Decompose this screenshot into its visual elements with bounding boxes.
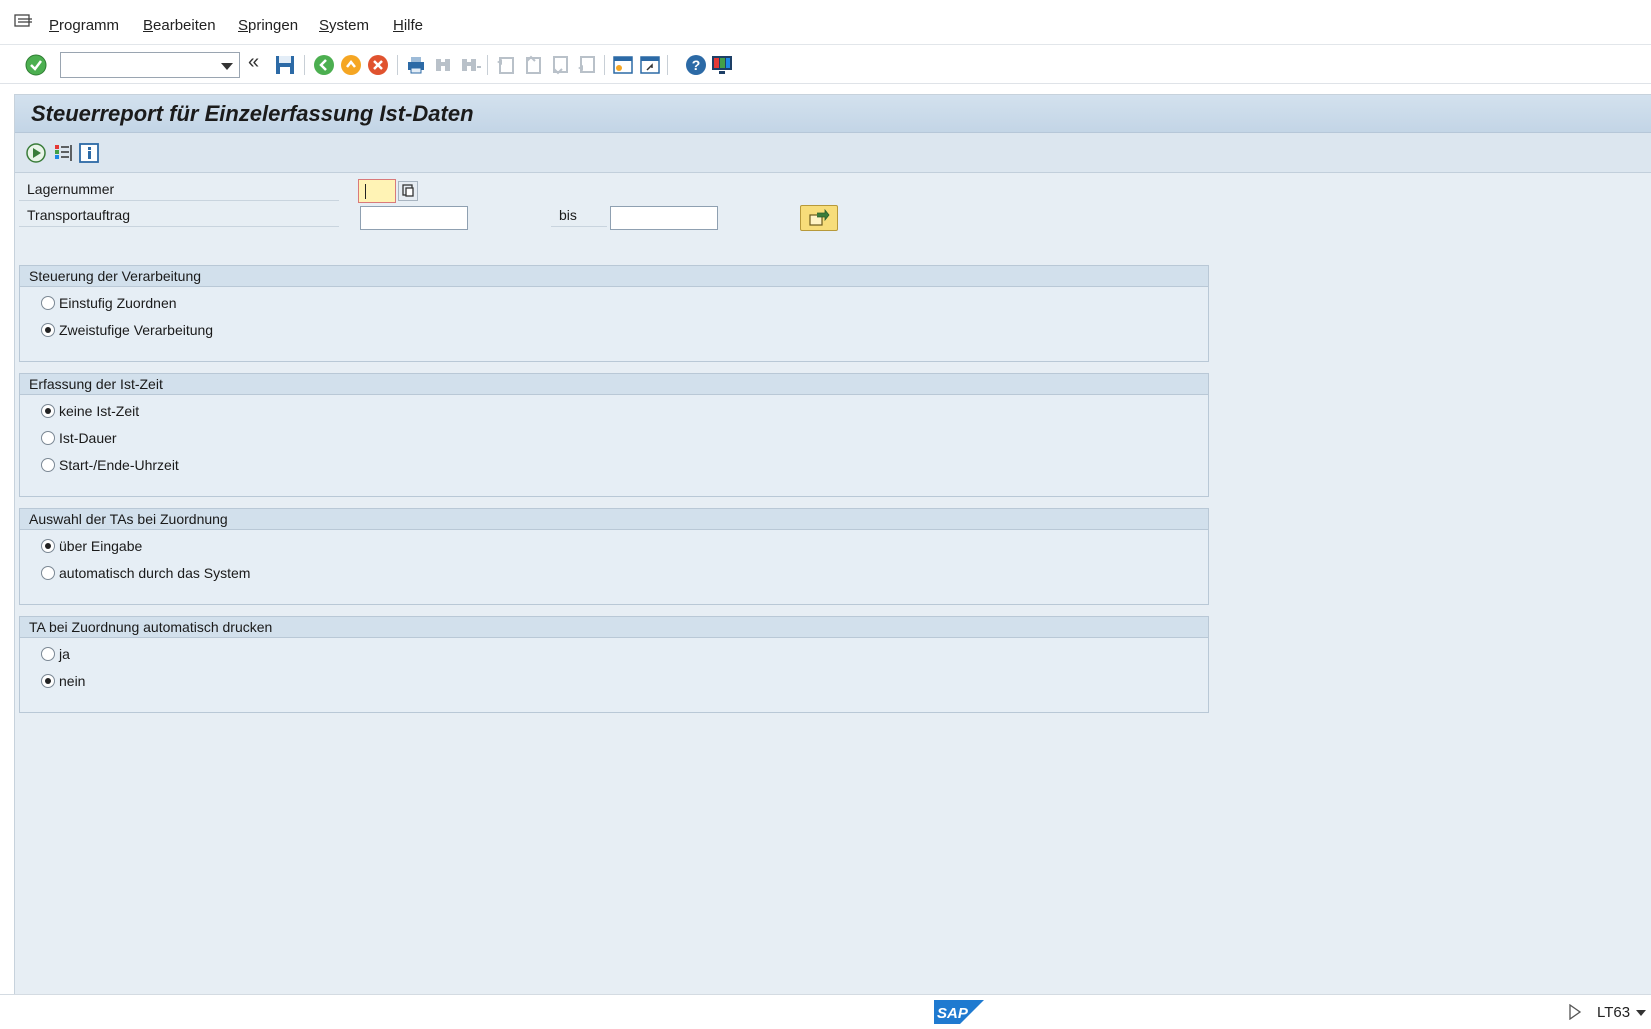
last-page-icon: [578, 56, 595, 73]
multiple-selection-icon: [809, 208, 830, 226]
system-menu-icon[interactable]: [14, 14, 34, 30]
command-field[interactable]: [60, 52, 240, 78]
group-istzeit: Erfassung der Ist-Zeit keine Ist-Zeit Is…: [19, 373, 1209, 497]
chevron-down-icon[interactable]: [1636, 1010, 1646, 1016]
radio-button[interactable]: [41, 566, 55, 580]
radio-button-selected[interactable]: [41, 404, 55, 418]
menu-hilfe[interactable]: Hilfe: [393, 17, 423, 34]
menu-bar: Programm Bearbeiten Springen System Hilf…: [0, 0, 1651, 45]
help-icon[interactable]: ?: [684, 53, 708, 77]
svg-text:SAP: SAP: [937, 1005, 969, 1022]
transportauftrag-label: Transportauftrag: [19, 203, 339, 227]
radio-button[interactable]: [41, 431, 55, 445]
radio-button-selected[interactable]: [41, 323, 55, 337]
transportauftrag-to-input[interactable]: [610, 206, 718, 230]
group-steuerung: Steuerung der Verarbeitung Einstufig Zuo…: [19, 265, 1209, 362]
first-page-icon: [497, 57, 514, 74]
group-auswahl-title: Auswahl der TAs bei Zuordnung: [20, 509, 1208, 530]
transportauftrag-from-input[interactable]: [360, 206, 468, 230]
group-auswahl: Auswahl der TAs bei Zuordnung über Einga…: [19, 508, 1209, 605]
menu-system[interactable]: System: [319, 17, 369, 34]
collapse-command-icon[interactable]: «: [248, 51, 259, 74]
transaction-code[interactable]: LT63: [1597, 1004, 1630, 1021]
copy-icon: [402, 184, 414, 197]
group-steuerung-title: Steuerung der Verarbeitung: [20, 266, 1208, 287]
menu-programm[interactable]: Programm: [49, 17, 119, 34]
info-icon[interactable]: [78, 142, 100, 164]
lagernummer-label: Lagernummer: [19, 177, 339, 201]
menu-bearbeiten[interactable]: Bearbeiten: [143, 17, 216, 34]
cancel-icon[interactable]: [366, 53, 390, 77]
title-bar: Steuerreport für Einzelerfassung Ist-Dat…: [15, 95, 1651, 133]
shortcut-icon[interactable]: [638, 53, 662, 77]
sap-logo: SAP: [934, 1000, 984, 1024]
toolbar-separator: [397, 55, 398, 75]
enter-icon[interactable]: [24, 53, 48, 77]
find-icon: [436, 59, 450, 71]
save-icon[interactable]: [273, 53, 297, 77]
radio-button[interactable]: [41, 296, 55, 310]
application-toolbar: [15, 133, 1651, 173]
status-play-icon[interactable]: [1568, 1004, 1582, 1020]
toolbar-separator: [487, 55, 488, 75]
menu-springen[interactable]: Springen: [238, 17, 298, 34]
svg-text:?: ?: [692, 57, 701, 73]
exit-icon[interactable]: [339, 53, 363, 77]
radio-button[interactable]: [41, 458, 55, 472]
chevron-down-icon[interactable]: [221, 63, 233, 70]
toolbar-separator: [604, 55, 605, 75]
get-variant-icon[interactable]: [52, 142, 74, 164]
print-icon[interactable]: [404, 53, 428, 77]
page-title: Steuerreport für Einzelerfassung Ist-Dat…: [31, 101, 474, 126]
execute-icon[interactable]: [25, 142, 47, 164]
toolbar-separator: [304, 55, 305, 75]
next-page-icon: [553, 56, 568, 75]
bis-label: bis: [551, 203, 607, 227]
value-help-button[interactable]: [398, 181, 418, 201]
customize-layout-icon[interactable]: [710, 53, 734, 77]
status-bar: SAP LT63: [0, 994, 1651, 1029]
group-istzeit-title: Erfassung der Ist-Zeit: [20, 374, 1208, 395]
toolbar-separator: [667, 55, 668, 75]
lagernummer-input[interactable]: [358, 179, 396, 203]
back-icon[interactable]: [312, 53, 336, 77]
multiple-selection-button[interactable]: [800, 205, 838, 231]
radio-button-selected[interactable]: [41, 539, 55, 553]
standard-toolbar: « ?: [0, 46, 1651, 84]
radio-button[interactable]: [41, 647, 55, 661]
main-screen: Steuerreport für Einzelerfassung Ist-Dat…: [14, 94, 1651, 994]
text-cursor: [365, 184, 366, 199]
previous-page-icon: [526, 55, 541, 74]
find-next-icon: [462, 59, 481, 71]
radio-button-selected[interactable]: [41, 674, 55, 688]
new-session-icon[interactable]: [611, 53, 635, 77]
group-drucken: TA bei Zuordnung automatisch drucken ja …: [19, 616, 1209, 713]
group-drucken-title: TA bei Zuordnung automatisch drucken: [20, 617, 1208, 638]
